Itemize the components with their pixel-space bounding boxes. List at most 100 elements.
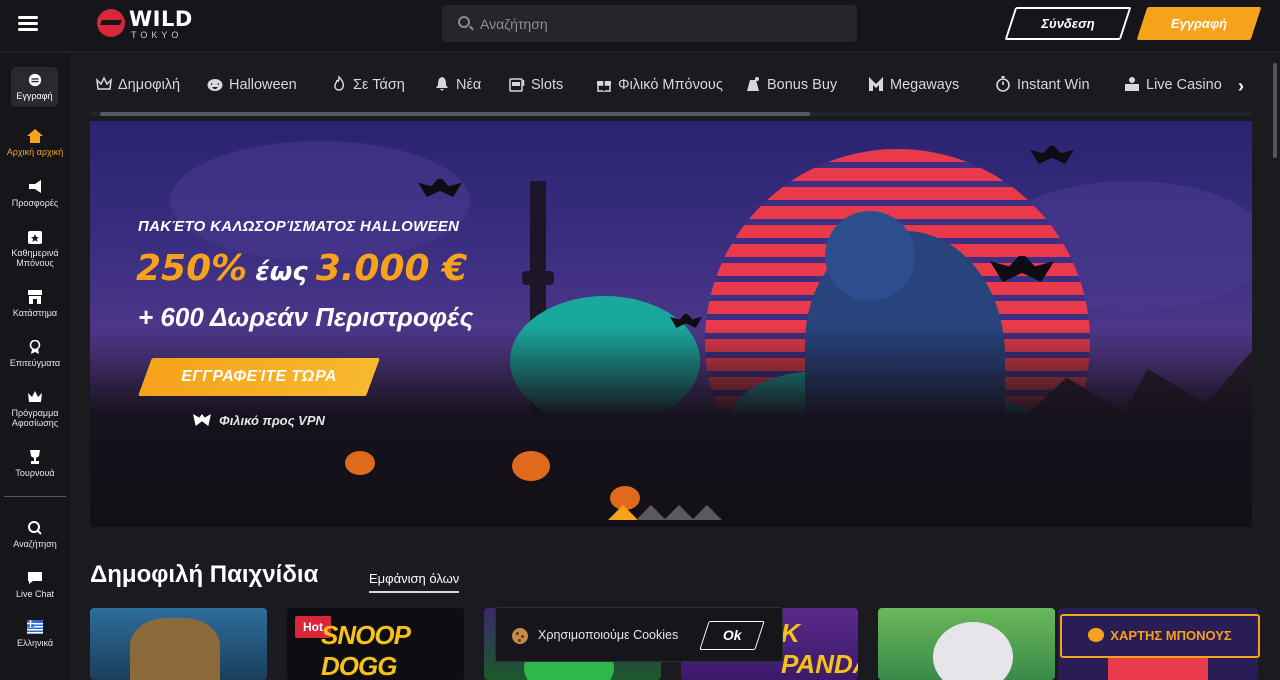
search-icon [28,521,42,535]
sidebar-item-label: Καθημερινά Μπόνους [11,248,59,268]
slide-dot[interactable] [692,505,722,520]
sidebar-item-label: Τουρνουά [15,468,55,478]
megaphone-icon [29,180,41,193]
menu-icon[interactable] [18,16,38,32]
slide-dot[interactable] [608,505,638,520]
game-title: SNOOP DOGG DOLLARS [321,620,410,680]
sidebar-item-register[interactable]: Εγγραφή [11,67,58,107]
bell-icon [436,77,448,91]
category-megaways[interactable]: Megaways [868,76,959,93]
game-thumbnail [933,622,1013,680]
greek-flag-icon [27,620,43,634]
m-icon [869,77,883,91]
scrollbar-thumb[interactable] [100,112,810,116]
game-card[interactable] [90,608,267,680]
category-instant-win[interactable]: Instant Win [995,76,1090,93]
stopwatch-icon [996,76,1010,92]
logo[interactable]: WILD TOKYO [97,7,197,41]
sidebar-item-label: Πρόγραμμα Αφοσίωσης [11,408,59,428]
show-all-link[interactable]: Εμφάνιση όλων [369,571,460,593]
sidebar-item-tournaments[interactable]: Τουρνουά [0,450,70,478]
login-button[interactable]: Σύνδεση [1004,7,1132,40]
banner-free-spins: + 600 Δωρεάν Περιστροφές [138,302,474,332]
slot-machine-icon [509,78,525,92]
bag-icon [747,77,759,91]
sidebar-item-label: Κατάστημα [12,308,58,318]
category-scrollbar[interactable] [90,112,1252,116]
sidebar-item-achievements[interactable]: Επιτεύγματα [0,340,70,368]
store-icon [28,290,42,304]
sidebar-item-search[interactable]: Αναζήτηση [0,521,70,549]
category-popular[interactable]: Δημοφιλή [96,76,180,93]
gift-icon [597,81,611,92]
sidebar-item-language[interactable]: Ελληνικά [0,620,70,648]
logo-mark-icon [97,9,125,37]
sidebar-item-loyalty[interactable]: Πρόγραμμα Αφοσίωσης [0,390,70,428]
register-button[interactable]: Εγγραφή [1136,7,1262,40]
sidebar-item-home[interactable]: Αρχική αρχική [0,129,70,157]
category-trending[interactable]: Σε Τάση [331,76,405,93]
banner-vpn-note: Φιλικό προς VPN [193,413,325,428]
banner-up-to: έως [255,257,308,287]
chevron-right-icon[interactable]: › [1238,76,1244,97]
trophy-icon [30,450,40,464]
sidebar-divider [4,496,66,497]
banner-offer: 250% έως 3.000 € [136,248,467,289]
sidebar-item-label: Επιτεύγματα [9,358,61,368]
crown-icon [96,76,112,90]
scrollbar-thumb[interactable] [1273,63,1277,158]
pumpkin-icon [207,79,223,91]
game-thumbnail [130,618,220,680]
sidebar-item-label: Live Chat [15,589,55,599]
game-title: K PANDA [781,618,858,679]
crown-icon [28,391,42,402]
sidebar-item-label: Αρχική αρχική [6,147,64,157]
sidebar-item-daily-bonus[interactable]: Καθημερινά Μπόνους [0,230,70,268]
banner-amount: 3.000 € [315,248,468,289]
category-bonus-friendly[interactable]: Φιλικό Μπόνους [596,76,723,93]
category-bonus-buy[interactable]: Bonus Buy [745,76,837,93]
medal-icon [29,340,41,354]
category-live-casino[interactable]: Live Casino [1124,76,1222,93]
bat-icon [1030,146,1074,164]
game-card[interactable] [878,608,1055,680]
mask-icon [193,414,211,426]
slide-dot[interactable] [636,505,666,520]
category-new[interactable]: Νέα [434,76,481,93]
dealer-icon [1125,77,1139,91]
sidebar-item-label: Προσφορές [11,198,59,208]
register-icon [28,73,41,87]
banner-pagination [608,505,728,523]
slide-dot[interactable] [664,505,694,520]
sidebar-item-label: Αναζήτηση [13,539,57,549]
cookie-text: Χρησιμοποιούμε Cookies [538,628,679,642]
logo-sub: TOKYO [131,30,183,40]
banner-kicker: ΠΑΚΈΤΟ ΚΑΛΩΣΟΡΊΣΜΑΤΟΣ HALLOWEEN [138,218,460,235]
sidebar-item-promotions[interactable]: Προσφορές [0,180,70,208]
section-title: Δημοφιλή Παιχνίδια [90,561,319,588]
search-input[interactable] [480,5,850,42]
category-bar: Δημοφιλή Halloween Σε Τάση Νέα Slots Φιλ… [88,68,1256,108]
cookie-notice: Χρησιμοποιούμε Cookies Ok [495,607,783,662]
sidebar-item-label: Εγγραφή [16,91,53,101]
category-halloween[interactable]: Halloween [207,76,297,93]
sidebar-item-store[interactable]: Κατάστημα [0,290,70,318]
search-box[interactable] [442,5,857,42]
top-bar: WILD TOKYO Σύνδεση Εγγραφή [0,0,1280,52]
category-slots[interactable]: Slots [509,76,563,93]
cookie-ok-button[interactable]: Ok [699,621,765,650]
calendar-star-icon [28,231,42,244]
sidebar-item-live-chat[interactable]: Live Chat [0,571,70,599]
banner-signup-button[interactable]: ΕΓΓΡΑΦΕΊΤΕ ΤΏΡΑ [138,358,380,396]
flame-icon [334,76,345,91]
search-icon [458,16,470,28]
pumpkin-icon [345,451,375,475]
banner-percent: 250% [136,248,248,289]
bonus-map-button[interactable]: ΧΑΡΤΗΣ ΜΠΟΝΟΥΣ [1060,614,1260,658]
game-card[interactable]: Hot SNOOP DOGG DOLLARS [287,608,464,680]
banner-cloud [170,141,470,261]
cookie-icon [512,628,528,644]
pumpkin-icon [1088,628,1105,642]
chat-icon [28,572,42,584]
page-scrollbar[interactable] [1270,53,1280,680]
